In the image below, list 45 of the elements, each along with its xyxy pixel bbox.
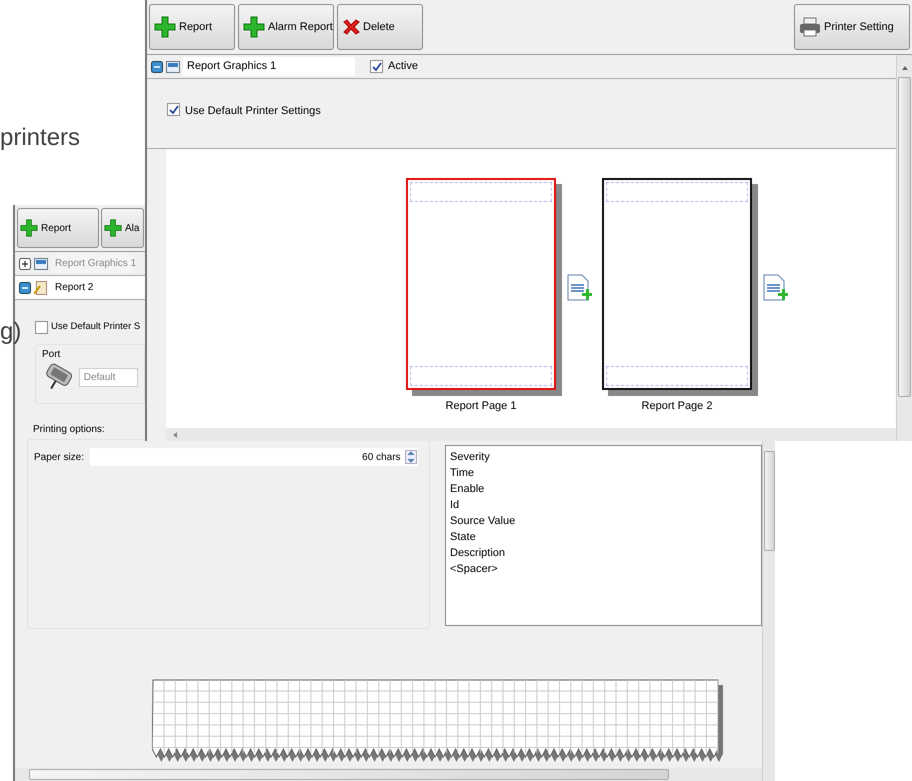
checkbox-label: Use Default Printer S	[51, 320, 140, 334]
toolbar-button[interactable]: Alarm Report	[238, 4, 334, 50]
list-item[interactable]: Source Value	[450, 513, 757, 530]
slide-text: printers	[0, 126, 80, 150]
group-title: Printing options:	[33, 423, 105, 438]
printer-icon	[799, 16, 821, 38]
plus-icon	[20, 219, 38, 237]
list-item[interactable]: Severity	[450, 449, 757, 466]
horizontal-scrollbar[interactable]	[15, 768, 762, 781]
spinner-arrows-icon	[404, 450, 417, 464]
printer-setting-button[interactable]: Printer Setting	[794, 4, 910, 50]
collapse-icon[interactable]	[151, 60, 163, 72]
checkbox-label: Use Default Printer Settings	[185, 104, 321, 119]
toolbar-button[interactable]: Report	[149, 4, 235, 50]
name-field[interactable]: Report Graphics 1	[183, 57, 355, 76]
spinner-field[interactable]: 60 chars	[90, 448, 418, 466]
list-item[interactable]: <Spacer>	[450, 561, 757, 578]
checkbox[interactable]	[370, 60, 383, 73]
checkbox-label: Active	[388, 59, 418, 74]
collapse-icon[interactable]	[19, 282, 31, 294]
list-item[interactable]: State	[450, 529, 757, 546]
list-item[interactable]: Time	[450, 465, 757, 482]
horizontal-scrollbar[interactable]	[166, 428, 896, 441]
vertical-scrollbar[interactable]	[896, 55, 912, 441]
toolbar-button[interactable]: Delete	[337, 4, 423, 50]
toolbar-button[interactable]: Report	[17, 208, 99, 248]
list-item[interactable]: Id	[450, 497, 757, 514]
field-label: Paper size:	[34, 450, 84, 465]
plus-icon	[154, 16, 176, 38]
port-dropdown[interactable]: Default	[78, 368, 138, 387]
vertical-scrollbar[interactable]	[762, 441, 775, 781]
page-label: Report Page 2	[642, 399, 712, 414]
group-title: Port	[42, 348, 62, 362]
picture-icon	[166, 60, 180, 74]
document-icon	[34, 280, 48, 294]
page-label: Report Page 1	[446, 399, 516, 414]
checkbox[interactable]	[35, 320, 48, 334]
list-item[interactable]: Description	[450, 545, 757, 562]
picture-icon	[34, 256, 48, 270]
toolbar-button[interactable]: Ala	[101, 208, 144, 248]
list-item[interactable]: Enable	[450, 481, 757, 498]
plus-icon	[104, 219, 122, 237]
checkbox[interactable]	[167, 103, 180, 116]
plus-icon	[243, 16, 265, 38]
close-icon	[342, 18, 360, 36]
